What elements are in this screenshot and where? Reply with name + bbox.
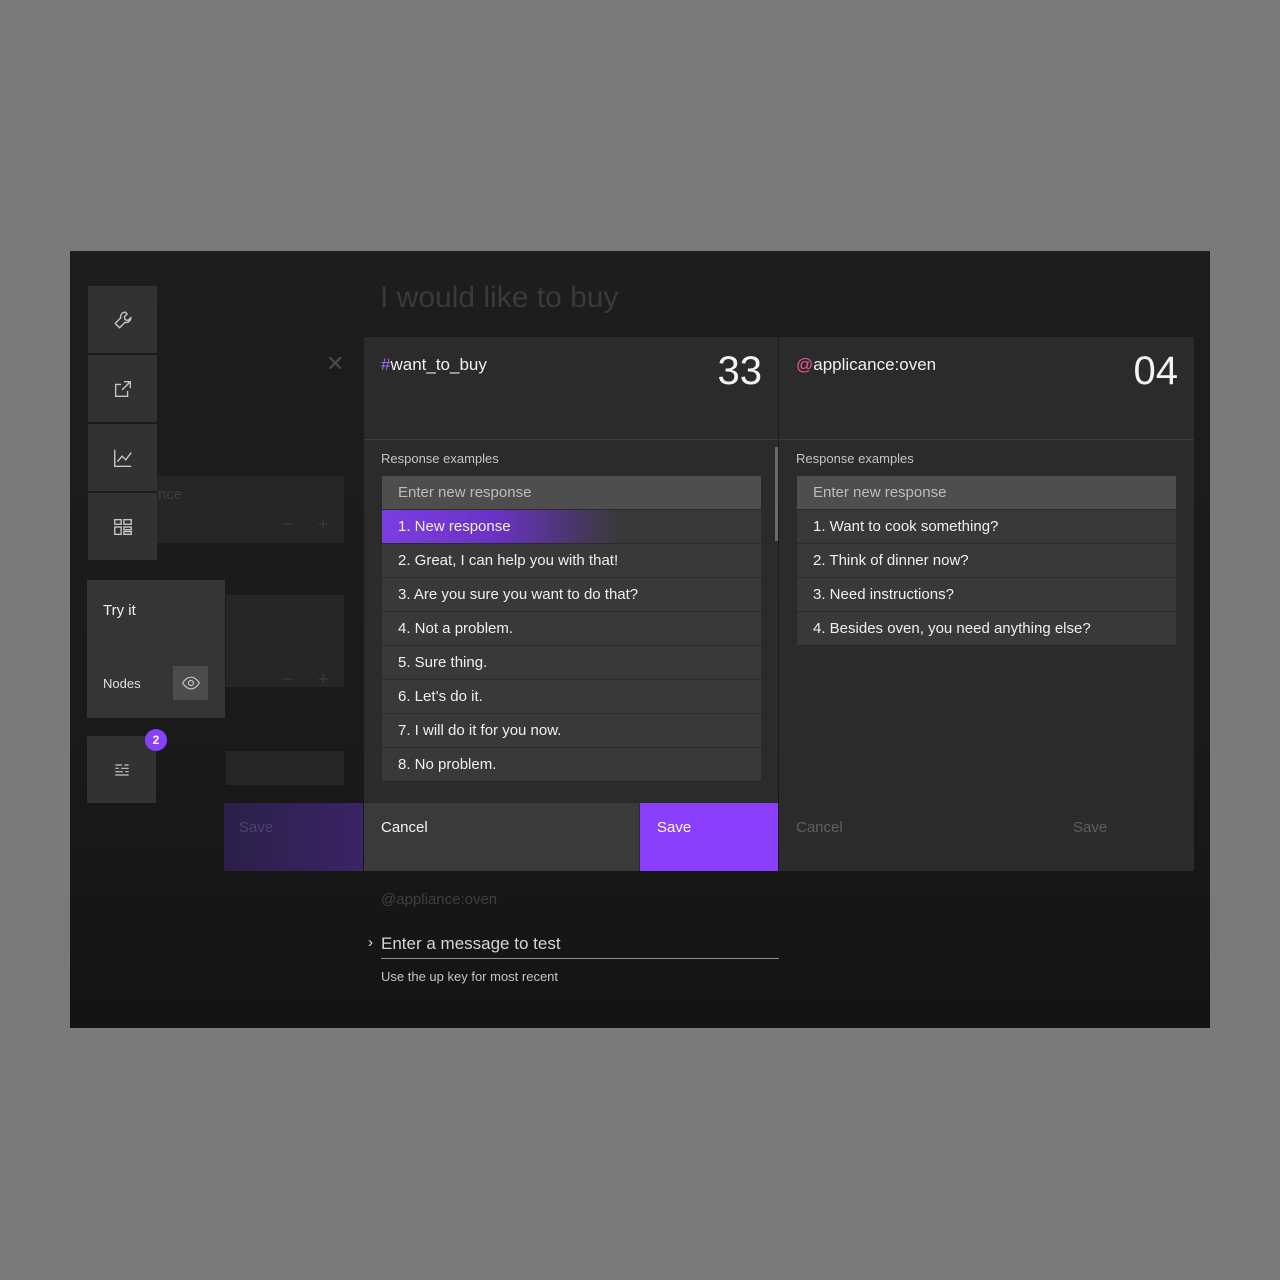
list-item[interactable]: 5. Sure thing.: [382, 646, 761, 680]
entity-at: @: [796, 355, 814, 374]
scrollbar[interactable]: [775, 447, 778, 541]
test-message-input[interactable]: Enter a message to test: [381, 929, 779, 959]
tools-button[interactable]: [88, 286, 157, 353]
intent-header: #want_to_buy 33: [364, 337, 778, 440]
intent-name: #want_to_buy: [381, 355, 487, 375]
list-item[interactable]: 1. Want to cook something?: [797, 510, 1176, 544]
entity-name: @applicance:oven: [796, 355, 936, 375]
notification-badge: 2: [145, 729, 167, 751]
background-field: [156, 476, 344, 543]
try-it-label: Try it: [103, 602, 136, 619]
app-screen: I would like to buy ✕ nce − + − + Save @…: [70, 251, 1210, 1028]
list-item[interactable]: 4. Besides oven, you need anything else?: [797, 612, 1176, 646]
response-list: Enter new response 1. New response 2. Gr…: [382, 476, 761, 782]
export-button[interactable]: [88, 355, 157, 422]
background-stepper-minus: −: [282, 514, 293, 534]
nodes-visibility-toggle[interactable]: [173, 666, 208, 700]
list-item[interactable]: 7. I will do it for you now.: [382, 714, 761, 748]
background-stepper-minus-2: −: [282, 669, 293, 689]
background-stepper-plus: +: [318, 514, 329, 534]
intent-count: 33: [717, 349, 763, 393]
save-button[interactable]: Save: [640, 803, 778, 871]
response-examples-label: Response examples: [796, 451, 914, 466]
background-title: I would like to buy: [380, 281, 619, 314]
list-item[interactable]: 2. Think of dinner now?: [797, 544, 1176, 578]
grid-icon: [113, 518, 132, 535]
background-field-label: nce: [158, 486, 183, 503]
response-examples-label: Response examples: [381, 451, 499, 466]
background-entity: @appliance:oven: [381, 891, 498, 908]
new-response-input[interactable]: Enter new response: [382, 476, 761, 510]
background-stepper-plus-2: +: [318, 669, 329, 689]
chevron-right-icon: ›: [368, 934, 373, 951]
wrench-icon: [113, 311, 131, 329]
response-list: Enter new response 1. Want to cook somet…: [797, 476, 1176, 646]
list-item[interactable]: 1. New response: [382, 510, 761, 544]
entity-count: 04: [1133, 349, 1179, 393]
close-icon: ✕: [326, 351, 345, 376]
list-item[interactable]: 6. Let’s do it.: [382, 680, 761, 714]
test-helper-text: Use the up key for most recent: [381, 969, 559, 984]
intent-panel: #want_to_buy 33 Response examples Enter …: [364, 337, 778, 871]
nodes-label: Nodes: [103, 676, 141, 691]
eye-icon: [181, 676, 200, 690]
background-field-3: [226, 751, 344, 785]
analytics-button[interactable]: [88, 424, 157, 491]
new-response-input[interactable]: Enter new response: [797, 476, 1176, 510]
intent-name-text: want_to_buy: [390, 355, 487, 374]
cancel-button[interactable]: Cancel: [364, 803, 639, 871]
save-button-disabled[interactable]: Save: [1056, 803, 1194, 871]
list-item[interactable]: 8. No problem.: [382, 748, 761, 782]
background-save-button: Save: [224, 803, 363, 871]
catalog-button[interactable]: [88, 493, 157, 560]
list-item[interactable]: 2. Great, I can help you with that!: [382, 544, 761, 578]
entity-header: @applicance:oven 04: [779, 337, 1194, 440]
list-item[interactable]: 4. Not a problem.: [382, 612, 761, 646]
entity-panel: @applicance:oven 04 Response examples En…: [779, 337, 1194, 871]
cancel-button-disabled[interactable]: Cancel: [779, 803, 1055, 871]
launch-icon: [114, 380, 131, 397]
list-icon: [114, 763, 129, 776]
list-item[interactable]: 3. Are you sure you want to do that?: [382, 578, 761, 612]
list-item[interactable]: 3. Need instructions?: [797, 578, 1176, 612]
chart-line-icon: [113, 449, 132, 467]
entity-name-text: applicance:oven: [813, 355, 937, 374]
outline-button[interactable]: [87, 736, 156, 803]
try-it-panel: Try it Nodes: [87, 580, 225, 718]
